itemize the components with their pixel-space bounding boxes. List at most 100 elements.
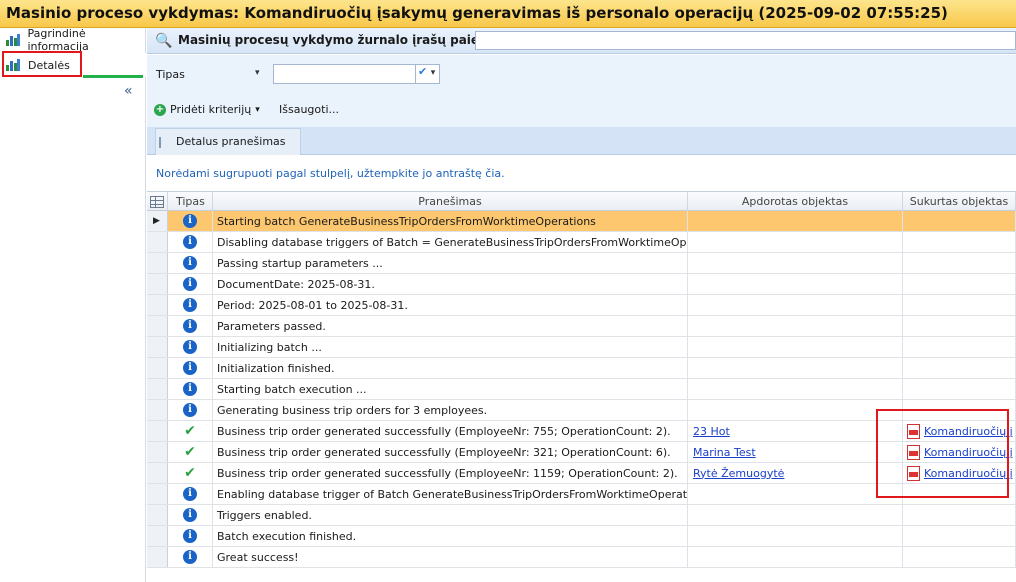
chart-icon (6, 34, 20, 46)
search-icon: 🔍 (155, 33, 173, 49)
window-title: Masinio proceso vykdymas: Komandiruočių … (6, 4, 948, 22)
row-selector[interactable] (147, 337, 168, 357)
window-title-bar: Masinio proceso vykdymas: Komandiruočių … (0, 0, 1016, 28)
type-cell: ✔ (168, 442, 213, 462)
message-cell: Triggers enabled. (213, 505, 688, 525)
info-icon: i (183, 298, 197, 312)
table-row[interactable]: i Triggers enabled. (147, 505, 1016, 526)
type-cell: i (168, 484, 213, 504)
tab-detailed-message[interactable]: Detalus pranešimas (155, 128, 301, 155)
row-selector[interactable] (147, 274, 168, 294)
row-selector[interactable] (147, 295, 168, 315)
processed-object-cell (688, 232, 903, 252)
row-selector[interactable] (147, 442, 168, 462)
processed-object-cell (688, 358, 903, 378)
table-row[interactable]: i Passing startup parameters ... (147, 253, 1016, 274)
table-row[interactable]: i Great success! (147, 547, 1016, 568)
info-icon: i (183, 235, 197, 249)
info-icon: i (183, 361, 197, 375)
row-selector[interactable]: ▶ (147, 211, 168, 231)
column-header-message[interactable]: Pranešimas (213, 192, 688, 211)
processed-object-cell (688, 400, 903, 420)
message-cell: Initializing batch ... (213, 337, 688, 357)
table-row[interactable]: i Starting batch execution ... (147, 379, 1016, 400)
table-row[interactable]: i Initializing batch ... (147, 337, 1016, 358)
row-selector[interactable] (147, 400, 168, 420)
processed-object-cell (688, 211, 903, 231)
search-input[interactable] (475, 31, 1016, 50)
filter-field-dropdown-icon[interactable]: ▾ (255, 68, 260, 78)
created-object-cell (903, 274, 1016, 294)
row-selector[interactable] (147, 358, 168, 378)
chevron-down-icon: ▾ (430, 68, 436, 78)
type-cell: i (168, 505, 213, 525)
type-cell: i (168, 274, 213, 294)
processed-object-cell (688, 484, 903, 504)
column-header-processed-object[interactable]: Apdorotas objektas (688, 192, 903, 211)
created-object-cell (903, 295, 1016, 315)
table-row[interactable]: i Batch execution finished. (147, 526, 1016, 547)
created-object-cell (903, 547, 1016, 567)
message-cell: Enabling database trigger of Batch Gener… (213, 484, 688, 504)
created-object-cell (903, 358, 1016, 378)
row-selector[interactable] (147, 253, 168, 273)
row-selector[interactable] (147, 232, 168, 252)
highlight-box (876, 409, 1009, 498)
type-cell: i (168, 211, 213, 231)
type-cell: i (168, 526, 213, 546)
table-row[interactable]: i Parameters passed. (147, 316, 1016, 337)
created-object-cell (903, 337, 1016, 357)
table-row[interactable]: ▶ i Starting batch GenerateBusinessTripOrd… (147, 211, 1016, 232)
table-row[interactable]: i Disabling database triggers of Batch = … (147, 232, 1016, 253)
processed-object-link[interactable]: 23 Hot (693, 425, 730, 438)
type-cell: i (168, 295, 213, 315)
type-cell: i (168, 253, 213, 273)
info-icon: i (183, 214, 197, 228)
row-selector[interactable] (147, 463, 168, 483)
processed-object-cell: 23 Hot (688, 421, 903, 441)
message-cell: Starting batch GenerateBusinessTripOrder… (213, 211, 688, 231)
row-selector[interactable] (147, 379, 168, 399)
add-criteria-label: Pridėti kriterijų (170, 103, 252, 116)
processed-object-cell (688, 505, 903, 525)
save-button[interactable]: Išsaugoti... (279, 103, 339, 116)
processed-object-cell (688, 526, 903, 546)
table-row[interactable]: i Initialization finished. (147, 358, 1016, 379)
column-header-created-object[interactable]: Sukurtas objektas (903, 192, 1016, 211)
processed-object-cell: Rytė Žemuogytė (688, 463, 903, 483)
type-cell: i (168, 337, 213, 357)
sidebar-item-main-info[interactable]: Pagrindinė informacija (0, 27, 146, 53)
row-selector[interactable] (147, 505, 168, 525)
success-check-icon: ✔ (184, 465, 196, 481)
message-cell: Great success! (213, 547, 688, 567)
add-criteria-button[interactable]: + Pridėti kriterijų ▾ (154, 103, 260, 116)
grid-icon (150, 195, 164, 208)
type-cell: i (168, 547, 213, 567)
processed-object-cell (688, 547, 903, 567)
row-selector[interactable] (147, 526, 168, 546)
row-selector[interactable] (147, 316, 168, 336)
row-selector[interactable] (147, 484, 168, 504)
page-title: Masinių procesų vykdymo žurnalo įrašų pa… (178, 33, 503, 47)
current-row-arrow-icon: ▶ (153, 216, 160, 226)
column-header-type[interactable]: Tipas (168, 192, 213, 211)
processed-object-link[interactable]: Marina Test (693, 446, 756, 459)
processed-object-link[interactable]: Rytė Žemuogytė (693, 467, 784, 480)
collapse-sidebar-button[interactable]: « (124, 83, 133, 99)
created-object-cell (903, 505, 1016, 525)
grid-header: Tipas Pranešimas Apdorotas objektas Suku… (147, 191, 1016, 211)
search-header: 🔍 Masinių procesų vykdymo žurnalo įrašų … (147, 28, 1016, 54)
filter-value-input[interactable] (273, 64, 416, 84)
row-selector[interactable] (147, 421, 168, 441)
processed-object-cell (688, 337, 903, 357)
column-chooser-button[interactable] (147, 192, 168, 211)
info-icon: i (183, 550, 197, 564)
message-cell: Batch execution finished. (213, 526, 688, 546)
filter-check-dropdown[interactable]: ✔ ▾ (416, 64, 440, 84)
table-row[interactable]: i DocumentDate: 2025-08-31. (147, 274, 1016, 295)
sidebar-item-label: Pagrindinė informacija (27, 27, 89, 53)
sidebar: Pagrindinė informacija Detalės « (0, 27, 146, 582)
processed-object-cell (688, 274, 903, 294)
table-row[interactable]: i Period: 2025-08-01 to 2025-08-31. (147, 295, 1016, 316)
row-selector[interactable] (147, 547, 168, 567)
